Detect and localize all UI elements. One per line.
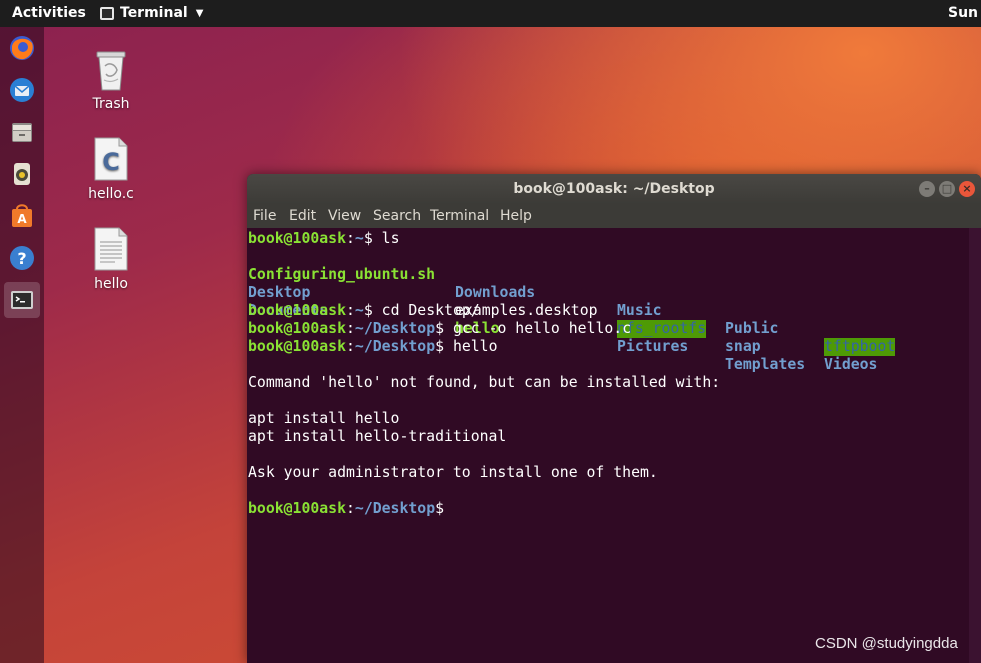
watermark: CSDN @studyingdda (815, 635, 958, 652)
command-text: ls (372, 230, 400, 247)
c-source-file-icon: C (91, 136, 131, 182)
clock[interactable]: Sun (948, 5, 978, 21)
software-center-icon: A (12, 204, 32, 227)
menu-terminal[interactable]: Terminal (430, 208, 489, 224)
menu-help[interactable]: Help (500, 208, 532, 224)
svg-text:A: A (17, 212, 27, 226)
thunderbird-icon (10, 78, 34, 102)
ls-entry: snap (725, 338, 761, 355)
ls-entry: Pictures (617, 338, 689, 355)
rhythmbox-icon (14, 163, 30, 185)
ls-entry: Public (725, 320, 779, 337)
text-file-icon (91, 226, 131, 272)
menu-file[interactable]: File (253, 208, 276, 224)
command-text: cd Desktop/ (372, 302, 480, 319)
menu-bar: File Edit View Search Terminal Help (247, 204, 981, 228)
activities-button[interactable]: Activities (12, 5, 86, 21)
ls-output-row: Documents hello Pictures Templates (248, 284, 970, 373)
command-text: hello (444, 338, 498, 355)
menu-view[interactable]: View (328, 208, 361, 224)
dock: A ? (0, 27, 44, 663)
desktop-icon-hello-c[interactable]: C hello.c (71, 136, 151, 202)
output-line: apt install hello-traditional (248, 428, 507, 445)
terminal-window[interactable]: book@100ask: ~/Desktop – □ × File Edit V… (247, 174, 981, 663)
terminal-icon (11, 291, 33, 309)
dock-item-firefox[interactable] (4, 30, 40, 66)
svg-text:?: ? (17, 249, 26, 268)
dock-item-rhythmbox[interactable] (4, 156, 40, 192)
files-icon (12, 123, 32, 142)
output-line: Command 'hello' not found, but can be in… (248, 374, 721, 391)
minimize-button[interactable]: – (919, 181, 935, 197)
desktop-icon-label: hello (94, 276, 128, 292)
prompt-user: book@100ask (248, 230, 346, 247)
ls-output-row: Configuring_ubuntu.sh Downloads Music Pu… (248, 248, 970, 356)
ls-output-row: Desktop examples.desktop nfs_rootfs snap… (248, 266, 970, 373)
ls-entry: Templates (725, 356, 806, 373)
prompt-user: book@100ask (248, 338, 346, 355)
prompt-path: ~ (354, 302, 364, 319)
window-title: book@100ask: ~/Desktop (513, 181, 715, 197)
terminal-app-icon (100, 6, 114, 20)
output-line: Ask your administrator to install one of… (248, 464, 658, 481)
command-text: gcc -o hello hello.c (444, 320, 632, 337)
prompt-user: book@100ask (248, 302, 346, 319)
prompt-path: ~/Desktop (354, 320, 436, 337)
dock-item-software[interactable]: A (4, 198, 40, 234)
prompt-user: book@100ask (248, 320, 346, 337)
menu-edit[interactable]: Edit (289, 208, 316, 224)
desktop-icon-trash[interactable]: Trash (71, 46, 151, 112)
desktop-icon-label: Trash (92, 96, 130, 112)
terminal-line: book@100ask:~/Desktop$ hello (248, 338, 498, 355)
dock-item-files[interactable] (4, 114, 40, 150)
prompt-path: ~ (354, 230, 364, 247)
terminal-screen[interactable]: book@100ask:~$ ls Configuring_ubuntu.sh … (247, 228, 969, 663)
dock-item-thunderbird[interactable] (4, 72, 40, 108)
dock-item-help[interactable]: ? (4, 240, 40, 276)
chevron-down-icon: ▼ (195, 7, 204, 19)
app-menu[interactable]: Terminal ▼ (100, 5, 203, 21)
prompt-path: ~/Desktop (354, 500, 436, 517)
help-icon: ? (10, 246, 34, 270)
scrollbar[interactable] (969, 228, 981, 663)
window-titlebar[interactable]: book@100ask: ~/Desktop – □ × (247, 174, 981, 204)
dock-item-terminal[interactable] (4, 282, 40, 318)
terminal-line: book@100ask:~$ ls (248, 230, 400, 247)
trash-icon (91, 46, 131, 92)
app-menu-label: Terminal (120, 5, 188, 21)
prompt-user: book@100ask (248, 500, 346, 517)
svg-text:C: C (102, 148, 120, 176)
prompt-path: ~/Desktop (354, 338, 436, 355)
terminal-line: book@100ask:~/Desktop$ (248, 500, 445, 517)
firefox-icon (10, 36, 34, 60)
desktop-icon-label: hello.c (88, 186, 134, 202)
desktop-icon-hello[interactable]: hello (71, 226, 151, 292)
ls-entry: Music (617, 302, 662, 319)
top-bar: Activities Terminal ▼ Sun (0, 0, 981, 27)
menu-search[interactable]: Search (373, 208, 421, 224)
close-button[interactable]: × (959, 181, 975, 197)
output-line: apt install hello (248, 410, 400, 427)
ls-entry: tftpboot (824, 338, 896, 356)
terminal-line: book@100ask:~/Desktop$ gcc -o hello hell… (248, 320, 632, 337)
ls-entry: Videos (824, 356, 878, 373)
maximize-button[interactable]: □ (939, 181, 955, 197)
terminal-line: book@100ask:~$ cd Desktop/ (248, 302, 480, 319)
